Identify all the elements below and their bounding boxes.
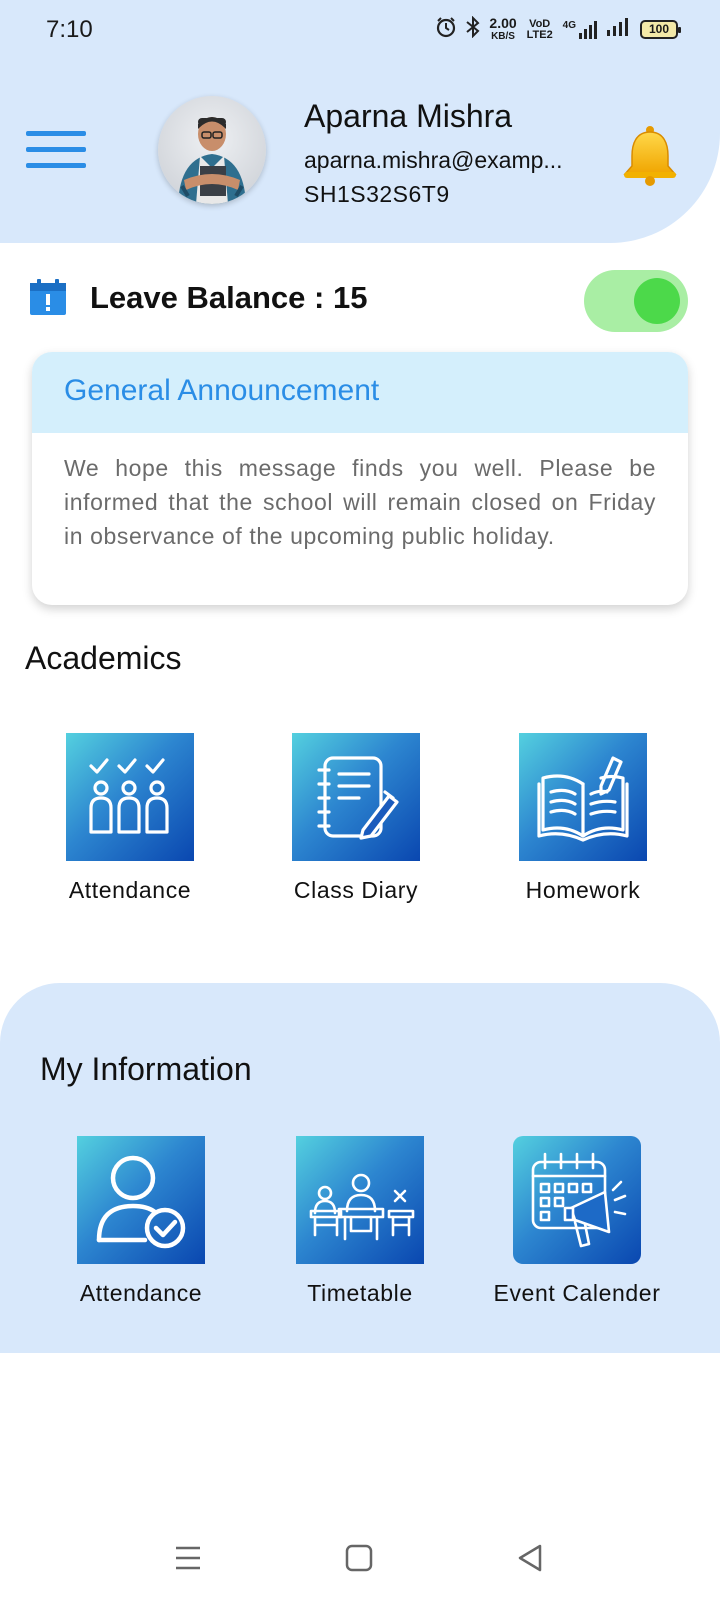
recent-apps-icon[interactable] [170, 1540, 206, 1576]
status-bar: 7:10 2.00 KB/S VoD LTE2 4G 100 [0, 0, 720, 62]
alarm-icon [435, 16, 457, 43]
info-event-calendar-tile[interactable]: Event Calender [477, 1136, 677, 1307]
announcement-card[interactable]: General Announcement We hope this messag… [32, 352, 688, 605]
signal-4g-icon: 4G [563, 20, 598, 40]
avatar[interactable] [158, 96, 266, 204]
calendar-alert-icon [29, 278, 67, 316]
user-name: Aparna Mishra [304, 98, 513, 134]
tile-label: Event Calender [493, 1280, 661, 1306]
user-check-icon [77, 1136, 205, 1264]
classroom-desk-icon [296, 1136, 424, 1264]
info-timetable-tile[interactable]: Timetable [260, 1136, 460, 1307]
battery-icon: 100 [640, 20, 681, 39]
speed-unit: KB/S [491, 30, 515, 42]
academics-heading: Academics [25, 640, 182, 676]
back-icon[interactable] [512, 1540, 548, 1576]
diary-pen-icon [292, 733, 420, 861]
leave-balance-text: Leave Balance : 15 [90, 280, 368, 315]
leave-balance-row: Leave Balance : 15 [0, 270, 720, 332]
attendance-check-icon [66, 733, 194, 861]
leave-toggle[interactable] [584, 270, 688, 332]
status-time: 7:10 [46, 16, 93, 43]
announcement-body: We hope this message finds you well. Ple… [64, 455, 656, 549]
tile-label: Attendance [79, 1280, 203, 1306]
tile-label: Timetable [307, 1280, 413, 1306]
network-speed: 2.00 KB/S [489, 14, 517, 43]
announcement-title: General Announcement [32, 352, 688, 433]
hamburger-menu-icon[interactable] [26, 131, 86, 173]
volte-indicator: VoD LTE2 [526, 17, 553, 41]
open-book-pen-icon [519, 733, 647, 861]
info-attendance-tile[interactable]: Attendance [41, 1136, 241, 1307]
academics-homework-tile[interactable]: Homework [483, 733, 683, 904]
network-type: 4G [562, 19, 576, 31]
my-information-heading: My Information [40, 1051, 252, 1087]
system-nav-bar [0, 1520, 720, 1590]
user-email: aparna.mishra@examp... [304, 147, 563, 173]
notification-bell-icon[interactable] [620, 124, 680, 186]
home-icon[interactable] [341, 1540, 377, 1576]
calendar-megaphone-icon [513, 1136, 641, 1264]
my-information-section: My Information Attendance Timetable Even… [0, 983, 720, 1353]
academics-class-diary-tile[interactable]: Class Diary [256, 733, 456, 904]
tile-label: Homework [525, 877, 641, 903]
tile-label: Attendance [68, 877, 192, 903]
academics-attendance-tile[interactable]: Attendance [30, 733, 230, 904]
speed-value: 2.00 [489, 14, 517, 31]
user-id: SH1S32S6T9 [304, 181, 450, 207]
bluetooth-icon [465, 15, 481, 43]
status-icons: 2.00 KB/S VoD LTE2 4G 100 [435, 14, 681, 43]
tile-label: Class Diary [293, 877, 419, 903]
signal-icon [606, 17, 632, 42]
toggle-knob [634, 278, 680, 324]
profile-header: 7:10 2.00 KB/S VoD LTE2 4G 100 Aparna Mi… [0, 0, 720, 243]
